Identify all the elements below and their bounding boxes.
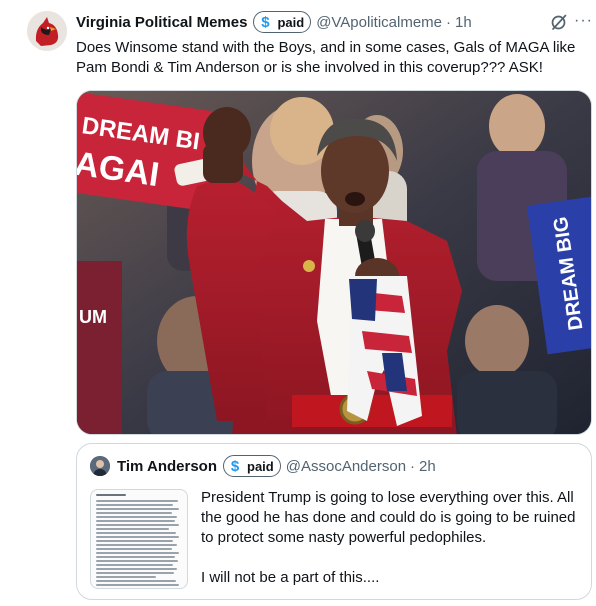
quote-avatar[interactable] bbox=[90, 456, 110, 476]
sign-bottom-left-text: UM bbox=[79, 307, 107, 327]
more-dots-icon[interactable]: ··· bbox=[574, 12, 593, 30]
tweet-header: Virginia Political Memes $ paid @VApolit… bbox=[76, 11, 472, 33]
quote-text: President Trump is going to lose everyth… bbox=[201, 488, 585, 599]
quote-header: Tim Anderson $ paid @AssocAnderson · 2h bbox=[117, 455, 436, 477]
quote-paragraph: President Trump is going to lose everyth… bbox=[201, 489, 576, 546]
tweet-photo[interactable]: DREAM BI AGAI UM DREAM BIG RO bbox=[76, 90, 592, 435]
paid-badge[interactable]: $ paid bbox=[253, 11, 312, 33]
quote-author-handle[interactable]: @AssocAnderson bbox=[286, 458, 406, 475]
quote-paid-badge-label: paid bbox=[247, 458, 274, 474]
quote-thumbnail[interactable] bbox=[90, 489, 188, 589]
author-handle[interactable]: @VApoliticalmeme bbox=[316, 14, 442, 31]
person-avatar-icon bbox=[90, 456, 110, 476]
dollar-icon: $ bbox=[226, 457, 245, 475]
rally-photo: DREAM BI AGAI UM DREAM BIG RO bbox=[77, 91, 591, 434]
quote-tweet[interactable]: Tim Anderson $ paid @AssocAnderson · 2h bbox=[76, 443, 592, 600]
timestamp[interactable]: 1h bbox=[455, 14, 472, 31]
author-name[interactable]: Virginia Political Memes bbox=[76, 14, 247, 31]
paid-badge-label: paid bbox=[277, 14, 305, 30]
quote-timestamp[interactable]: 2h bbox=[419, 458, 436, 475]
quote-author-name[interactable]: Tim Anderson bbox=[117, 458, 217, 475]
separator-dot: · bbox=[446, 13, 452, 31]
tweet-text: Does Winsome stand with the Boys, and in… bbox=[76, 39, 576, 76]
tweet[interactable]: Virginia Political Memes $ paid @VApolit… bbox=[0, 0, 596, 606]
separator-dot: · bbox=[410, 457, 416, 475]
quote-paid-badge[interactable]: $ paid bbox=[223, 455, 281, 477]
dollar-icon: $ bbox=[256, 13, 275, 31]
quote-paragraph: I will not be a part of this.... bbox=[201, 569, 380, 586]
avatar-cardinal[interactable] bbox=[27, 11, 67, 51]
cardinal-bird-icon bbox=[27, 11, 67, 51]
grok-icon[interactable] bbox=[550, 13, 568, 31]
